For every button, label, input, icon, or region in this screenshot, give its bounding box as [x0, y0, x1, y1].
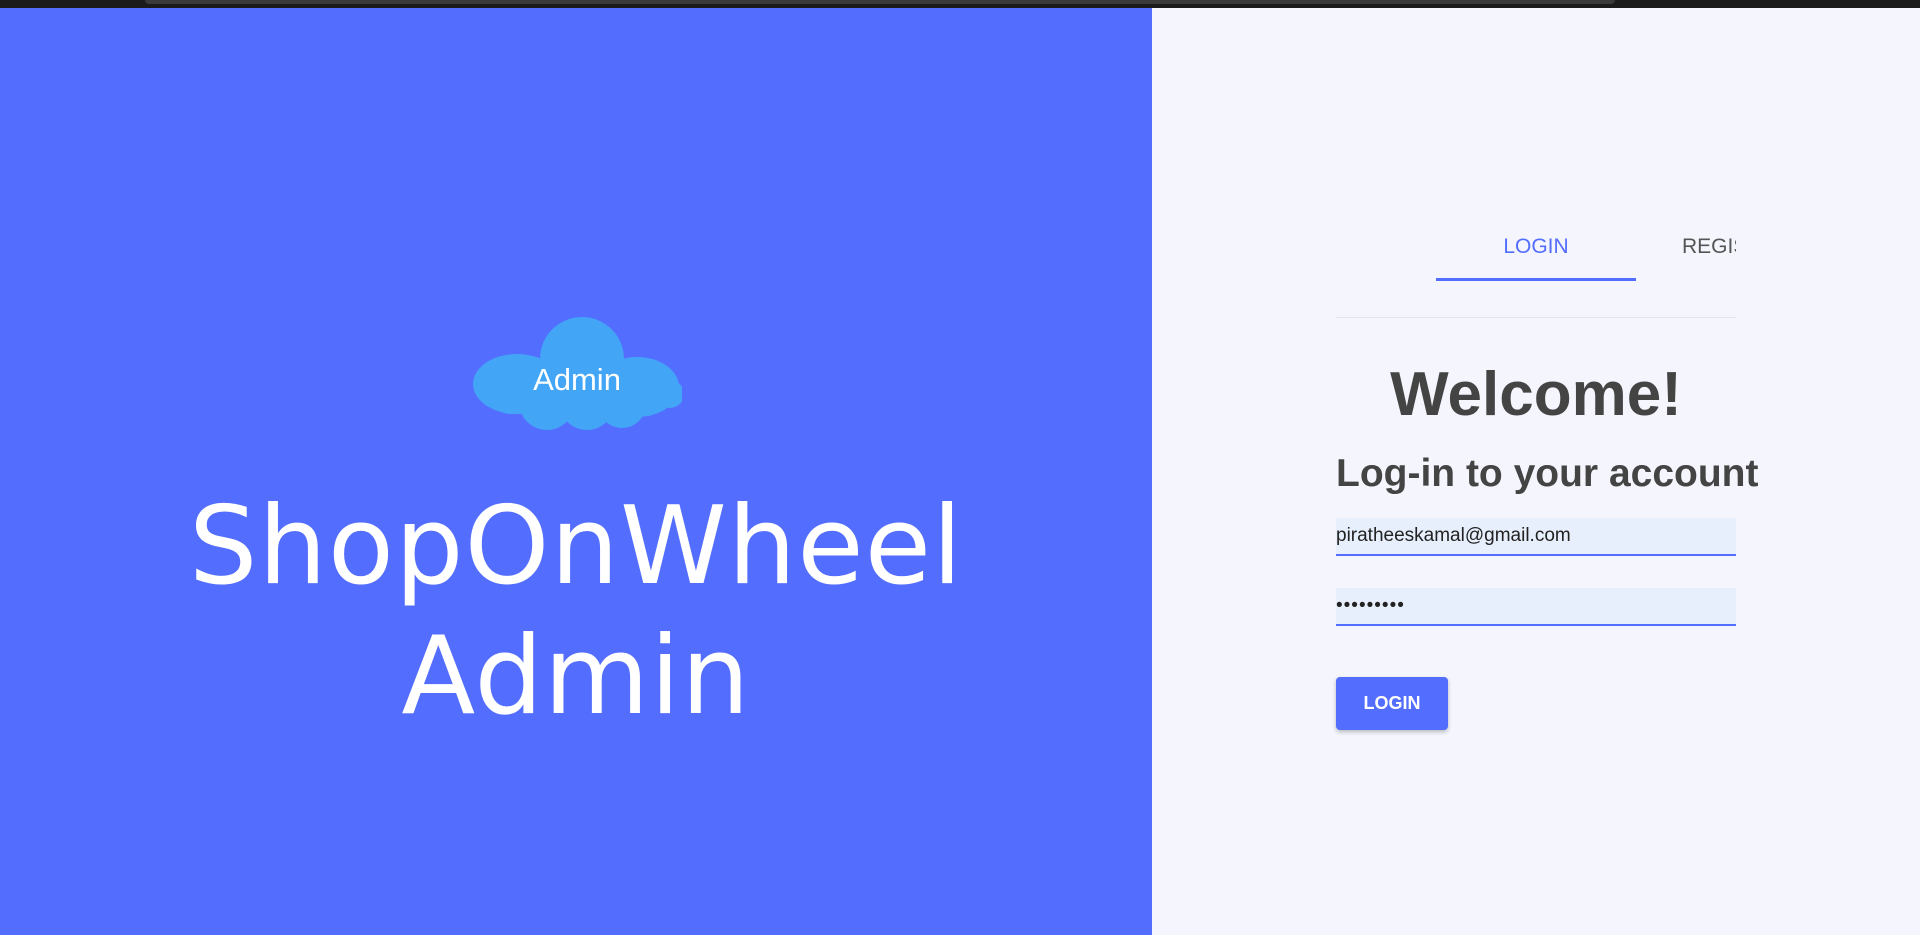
brand-panel [0, 8, 1152, 935]
email-field[interactable] [1336, 518, 1736, 556]
login-subheading: Log-in to your account [1336, 452, 1759, 495]
welcome-heading: Welcome! [1390, 360, 1682, 429]
tab-login[interactable]: LOGIN [1436, 220, 1636, 281]
cloud-badge-label: Admin [533, 362, 621, 397]
login-button[interactable]: LOGIN [1336, 677, 1448, 730]
auth-tabs: LOGIN REGISTER [1336, 220, 1736, 320]
brand-title: ShopOnWheel Admin [188, 484, 964, 739]
tab-register[interactable]: REGISTER [1682, 220, 1736, 278]
browser-tab-strip [145, 0, 1615, 4]
browser-top-bar [0, 0, 1920, 8]
tabs-divider [1336, 317, 1736, 318]
password-field[interactable] [1336, 588, 1736, 626]
admin-cloud-badge: Admin [472, 314, 682, 432]
